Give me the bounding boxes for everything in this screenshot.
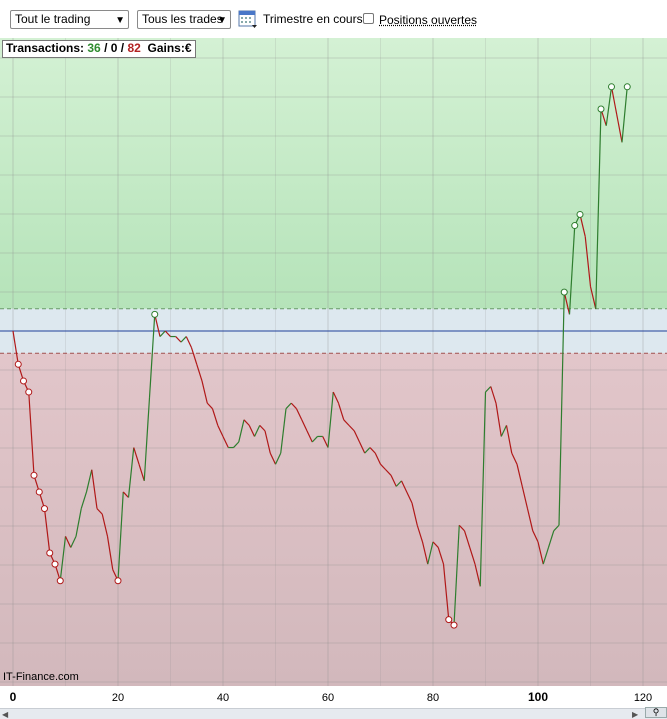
- gains-unit: €: [184, 41, 192, 55]
- trade-marker: [46, 549, 54, 557]
- toolbar: Tout le trading ▼ Tous les trades ▼ Trim…: [0, 0, 667, 38]
- gains-label: Gains:: [147, 41, 185, 55]
- transactions-label: Transactions:: [6, 41, 85, 55]
- trade-marker: [151, 310, 159, 318]
- chevron-down-icon: ▼: [217, 15, 227, 26]
- x-tick-label: 80: [427, 692, 439, 704]
- scope-select-value: Tout le trading: [15, 12, 91, 26]
- trade-marker: [623, 83, 631, 91]
- trade-marker: [450, 621, 458, 629]
- trade-marker: [608, 83, 615, 91]
- open-positions-checkbox[interactable]: [363, 13, 374, 24]
- trade-marker: [25, 388, 33, 396]
- trade-stats: Transactions: 36 / 0 / 82 Gains:€: [2, 40, 196, 58]
- trade-marker: [20, 377, 27, 385]
- period-label[interactable]: Trimestre en cours: [263, 12, 363, 26]
- trade-marker: [14, 360, 22, 368]
- stats-separator: /: [100, 41, 111, 55]
- stats-separator: /: [117, 41, 128, 55]
- trades-select-value: Tous les trades: [142, 12, 223, 26]
- x-tick-label: 120: [634, 692, 652, 704]
- open-positions-label[interactable]: Positions ouvertes: [379, 13, 477, 27]
- lost-count: 82: [127, 41, 141, 55]
- trade-marker: [576, 210, 584, 218]
- profit-zone: [0, 38, 667, 309]
- trade-marker: [597, 105, 605, 113]
- trades-select[interactable]: Tous les trades ▼: [137, 10, 231, 29]
- zoom-icon[interactable]: ⚲: [645, 707, 667, 718]
- loss-zone: [0, 353, 667, 686]
- trade-marker: [114, 577, 122, 585]
- x-tick-label: 20: [112, 692, 124, 704]
- trade-marker: [560, 288, 568, 296]
- horizontal-scrollbar[interactable]: ◀ ▶: [0, 708, 667, 719]
- trade-marker: [30, 471, 38, 479]
- won-count: 36: [87, 41, 101, 55]
- trade-marker: [56, 577, 64, 585]
- watermark: IT-Finance.com: [3, 671, 79, 683]
- x-tick-label: 100: [528, 690, 548, 704]
- trade-marker: [445, 616, 453, 624]
- x-tick-label: 0: [10, 690, 17, 704]
- equity-chart: 0 20 40 60 80 100 120: [0, 38, 667, 708]
- trade-marker: [35, 488, 43, 496]
- trade-marker: [51, 560, 59, 568]
- scope-select[interactable]: Tout le trading ▼: [10, 10, 129, 29]
- trade-marker: [571, 222, 579, 230]
- chevron-down-icon: ▼: [115, 15, 125, 26]
- x-tick-label: 60: [322, 692, 334, 704]
- trade-marker: [41, 505, 48, 513]
- x-tick-label: 40: [217, 692, 229, 704]
- calendar-icon[interactable]: [238, 9, 258, 29]
